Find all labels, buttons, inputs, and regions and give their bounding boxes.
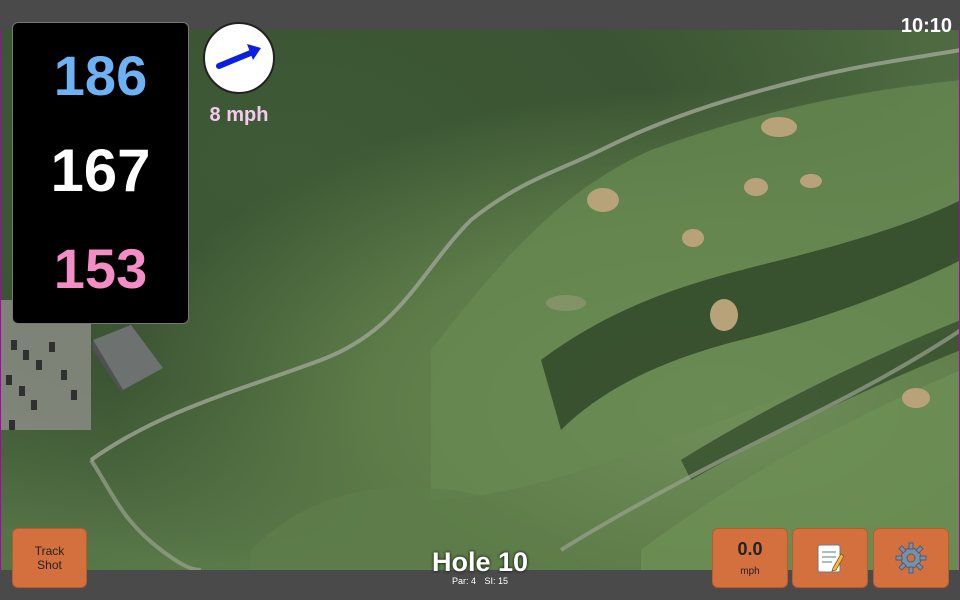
speed-unit: mph <box>740 566 760 577</box>
distance-back: 186 <box>53 44 148 107</box>
wind-arrow-icon <box>216 44 261 69</box>
hole-title: Hole 10 <box>431 547 529 577</box>
hole-stroke-index: SI: 15 <box>484 576 509 586</box>
gear-icon <box>895 542 927 574</box>
clock: 10:10 <box>900 15 952 37</box>
hole-par: Par: 4 <box>451 576 476 586</box>
wind-indicator <box>203 22 275 94</box>
distance-front: 153 <box>53 237 148 300</box>
hole-info: Par: 4 SI: 15 <box>380 576 580 586</box>
distance-panel: 186 167 153 <box>12 22 189 324</box>
notes-button[interactable] <box>792 528 868 588</box>
track-shot-label: Track Shot <box>34 544 65 572</box>
notepad-icon <box>817 544 845 573</box>
wind-speed: 8 mph <box>209 104 269 126</box>
distance-middle: 167 <box>50 137 151 204</box>
speed-button[interactable]: 0.0 mph <box>712 528 788 588</box>
speed-value: 0.0 <box>737 539 763 559</box>
settings-button[interactable] <box>873 528 949 588</box>
track-shot-button[interactable]: Track Shot <box>12 528 87 588</box>
